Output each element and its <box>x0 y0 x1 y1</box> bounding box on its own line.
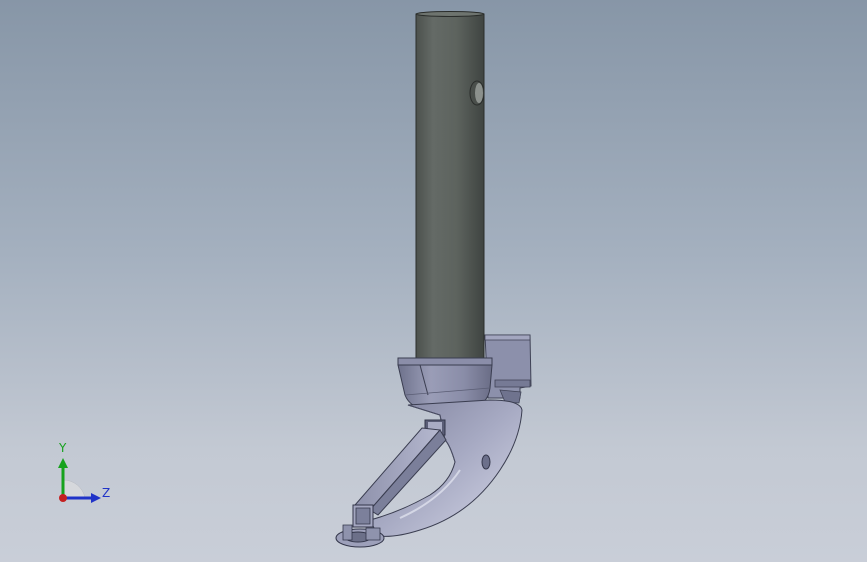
y-axis-label: Y <box>59 441 67 455</box>
graphics-viewport[interactable]: Y Z <box>0 0 867 562</box>
shaft <box>415 11 485 360</box>
view-orientation-triad: Y Z <box>45 438 125 513</box>
z-axis-label: Z <box>102 486 111 500</box>
x-axis-dot <box>59 494 67 502</box>
triad-axes <box>58 458 101 503</box>
part-model[interactable] <box>0 0 867 562</box>
